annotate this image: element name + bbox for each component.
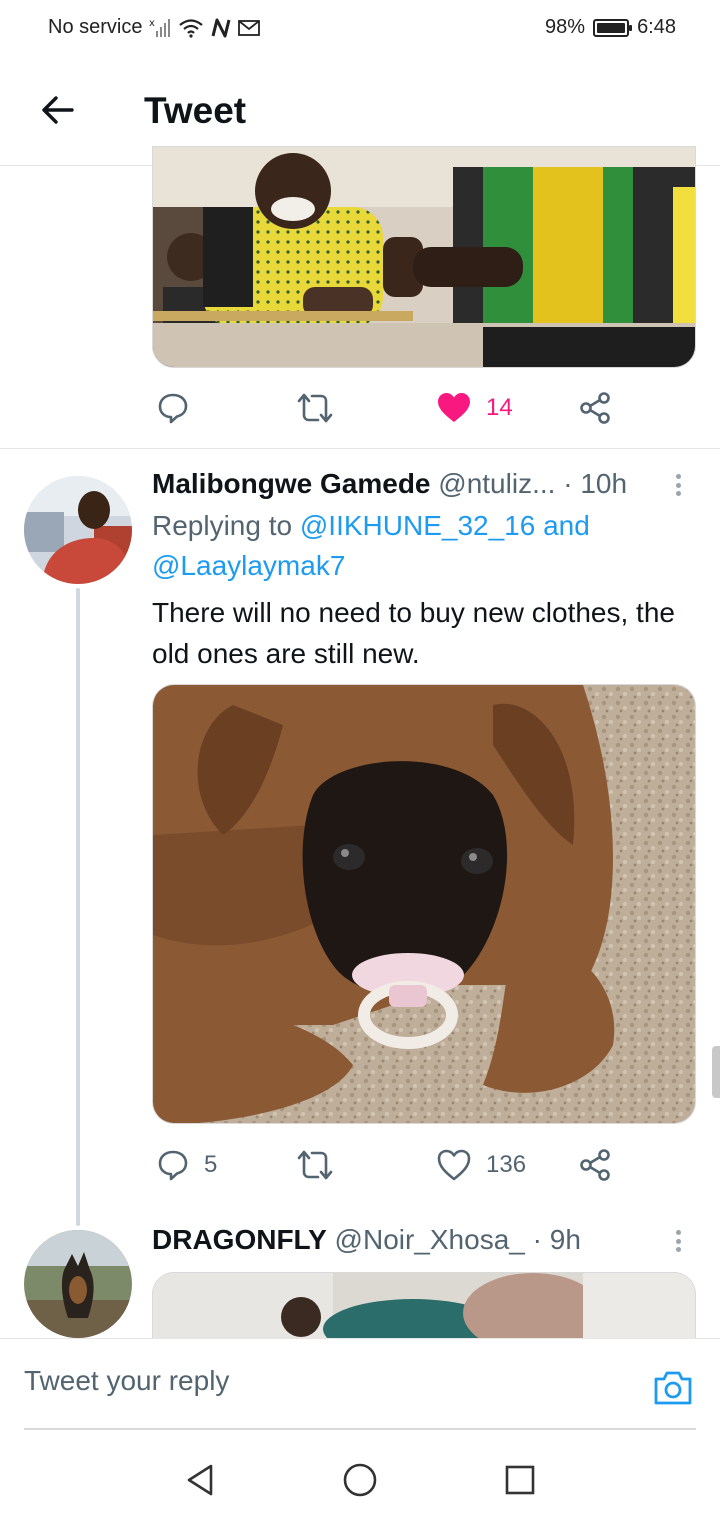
scrollbar[interactable] [712, 1046, 720, 1098]
square-recents-icon [505, 1465, 535, 1495]
reply-button[interactable]: 5 [156, 1145, 217, 1185]
share-button[interactable] [578, 1145, 612, 1185]
clock: 6:48 [637, 16, 676, 38]
tweet-actions-top: 14 [0, 388, 720, 428]
tweet-time: 10h [580, 468, 628, 499]
battery-percent: 98% [545, 16, 586, 38]
author-name[interactable]: DRAGONFLY [152, 1224, 327, 1255]
reply-icon [158, 393, 188, 424]
nav-back-button[interactable] [180, 1460, 220, 1500]
puppy-photo [153, 685, 695, 1123]
status-left: No service x [48, 16, 261, 39]
arrow-left-icon [42, 96, 74, 124]
author-name[interactable]: Malibongwe Gamede [152, 468, 431, 499]
mention-link[interactable]: @IIKHUNE_32_16 [300, 510, 535, 541]
reply-count: 5 [204, 1151, 218, 1178]
tweet-header: DRAGONFLY @Noir_Xhosa_ · 9h [152, 1224, 581, 1256]
like-button[interactable]: 136 [436, 1145, 526, 1185]
photo-illustration [153, 147, 695, 367]
carrier-text: No service [48, 16, 143, 38]
back-button[interactable] [34, 88, 78, 132]
avatar-photo [24, 476, 132, 584]
gmail-icon [238, 19, 261, 37]
nav-recents-button[interactable] [500, 1460, 540, 1500]
share-button[interactable] [578, 388, 612, 428]
circle-home-icon [343, 1463, 377, 1497]
mention-link[interactable]: @Laaylaymak7 [152, 550, 345, 581]
svg-text:x: x [149, 18, 155, 29]
no-signal-icon: x [148, 17, 172, 39]
share-icon [580, 1149, 610, 1181]
heart-outline-icon [437, 1149, 471, 1181]
retweet-button[interactable] [296, 388, 348, 428]
replying-to: Replying to @IIKHUNE_32_16 and @Laaylaym… [152, 506, 672, 586]
replying-prefix: Replying to [152, 510, 293, 541]
reply-button[interactable] [156, 388, 204, 428]
avatar[interactable] [24, 476, 132, 584]
author-handle[interactable]: @Noir_Xhosa_ [335, 1224, 525, 1255]
like-count: 14 [486, 394, 513, 421]
nfc-icon [210, 18, 232, 38]
like-count: 136 [486, 1151, 527, 1178]
status-right: 98% 6:48 [545, 16, 676, 39]
reply-input[interactable]: Tweet your reply [24, 1365, 229, 1397]
reply-composer: Tweet your reply [0, 1338, 720, 1430]
tweet-image-top[interactable] [152, 146, 696, 368]
tweet-header: Malibongwe Gamede @ntuliz... · 10h [152, 468, 627, 500]
camera-button[interactable] [652, 1367, 694, 1409]
reply-underline [24, 1428, 696, 1430]
wifi-icon [178, 18, 204, 38]
separator-dot: · [532, 1224, 542, 1255]
conjunction: and [543, 510, 590, 541]
separator-dot: · [563, 468, 573, 499]
nav-home-button[interactable] [340, 1460, 380, 1500]
tweet-actions: 5 136 [0, 1145, 720, 1185]
tweet-text: There will no need to buy new clothes, t… [152, 597, 675, 669]
reply-icon [158, 1150, 188, 1181]
more-options-button[interactable] [668, 470, 688, 500]
like-button[interactable]: 14 [436, 388, 513, 428]
share-icon [580, 392, 610, 424]
status-bar: No service x 98% 6:48 [0, 0, 720, 56]
tweet-image[interactable] [152, 684, 696, 1124]
page-title: Tweet [144, 90, 247, 131]
retweet-button[interactable] [296, 1145, 348, 1185]
retweet-icon [297, 393, 333, 423]
avatar[interactable] [24, 1230, 132, 1338]
avatar-photo [24, 1230, 132, 1338]
camera-icon [654, 1371, 692, 1405]
author-handle[interactable]: @ntuliz... [438, 468, 555, 499]
divider [0, 448, 720, 449]
more-options-button[interactable] [668, 1226, 688, 1256]
retweet-icon [297, 1150, 333, 1180]
tweet-time: 9h [549, 1224, 581, 1255]
system-nav-bar [0, 1432, 720, 1520]
triangle-back-icon [187, 1464, 213, 1496]
thread-line [76, 588, 80, 1226]
battery-icon [593, 18, 633, 37]
heart-filled-icon [438, 393, 470, 422]
